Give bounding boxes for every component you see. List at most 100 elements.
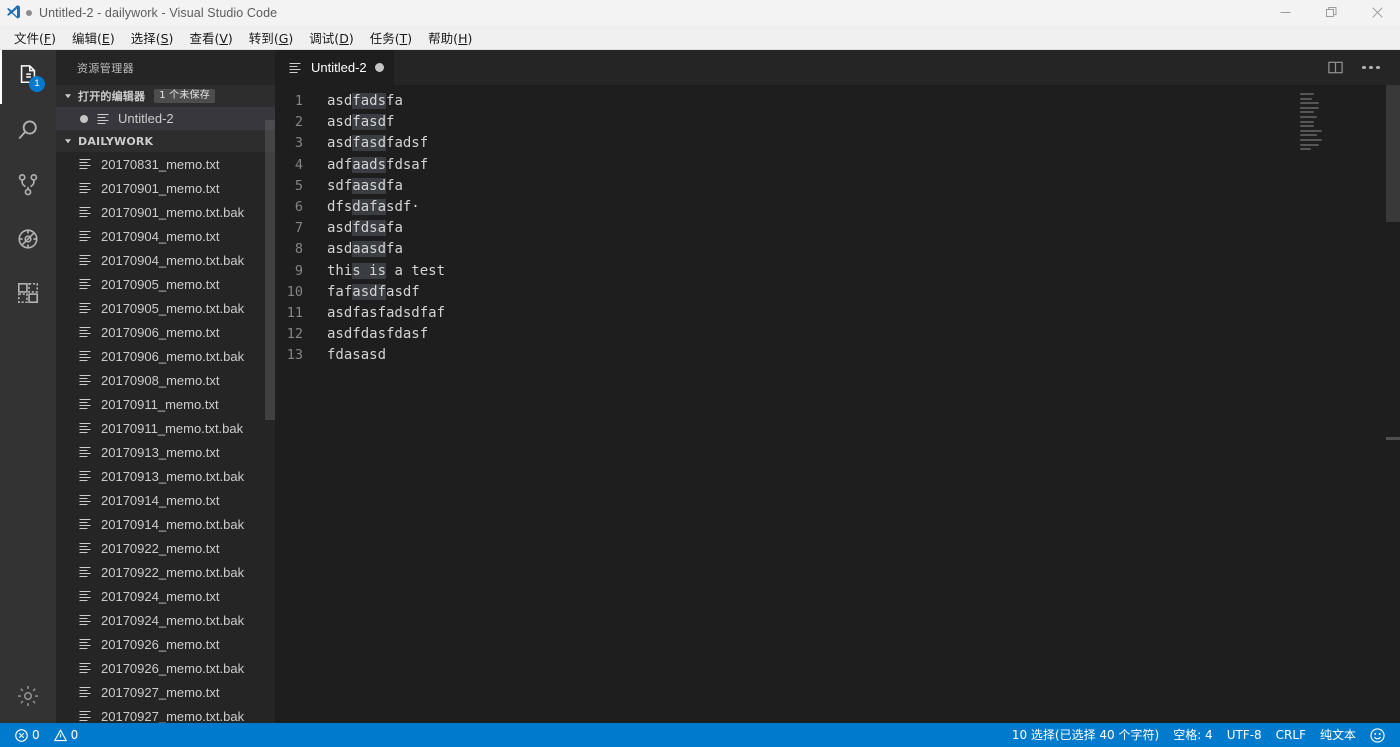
selected-text[interactable]: fasd — [352, 114, 387, 131]
status-selection-info[interactable]: 10 选择(已选择 40 个字符) — [1005, 723, 1166, 747]
line-text[interactable]: fdasasd — [327, 345, 386, 366]
status-eol[interactable]: CRLF — [1269, 723, 1313, 747]
menu-view[interactable]: 查看(V) — [181, 25, 240, 50]
tab-dirty-dot[interactable] — [374, 63, 384, 72]
editor-scrollbar[interactable] — [1386, 85, 1400, 723]
selected-text[interactable]: fasd — [352, 135, 387, 152]
activity-item-source-control[interactable] — [0, 158, 56, 212]
line-text[interactable]: fafasdfasdf — [327, 282, 420, 303]
line-text[interactable]: asdfasdf — [327, 112, 394, 133]
file-tree-item[interactable]: 20170914_memo.txt — [56, 488, 275, 512]
sidebar-scrollbar-thumb[interactable] — [265, 120, 275, 420]
file-tree-item[interactable]: 20170901_memo.txt.bak — [56, 200, 275, 224]
file-tree-item[interactable]: 20170913_memo.txt — [56, 440, 275, 464]
activity-item-debug[interactable] — [0, 212, 56, 266]
close-icon[interactable] — [1354, 0, 1400, 25]
code-line[interactable]: 6 dfsdafasdf· — [275, 197, 445, 218]
line-text[interactable]: dfsdafasdf· — [327, 197, 420, 218]
sidebar-scrollbar[interactable] — [265, 50, 275, 723]
more-actions-icon[interactable] — [1354, 50, 1388, 85]
file-tree-item[interactable]: 20170905_memo.txt.bak — [56, 296, 275, 320]
line-text[interactable]: asdfdsafa — [327, 218, 403, 239]
file-tree-item[interactable]: 20170906_memo.txt.bak — [56, 344, 275, 368]
dirty-dot-icon[interactable] — [80, 114, 88, 123]
selected-text[interactable]: asdf — [352, 283, 387, 300]
code-line[interactable]: 12 asdfdasfdasf — [275, 324, 445, 345]
file-tree-item[interactable]: 20170906_memo.txt — [56, 320, 275, 344]
code-line[interactable]: 4 adfaadsfdsaf — [275, 155, 445, 176]
status-indentation[interactable]: 空格: 4 — [1166, 723, 1220, 747]
status-encoding[interactable]: UTF-8 — [1220, 723, 1269, 747]
split-editor-icon[interactable] — [1318, 50, 1352, 85]
line-text[interactable]: this is a test — [327, 261, 445, 282]
file-tree-item[interactable]: 20170926_memo.txt — [56, 632, 275, 656]
file-tree-item[interactable]: 20170922_memo.txt — [56, 536, 275, 560]
file-tree-item[interactable]: 20170904_memo.txt.bak — [56, 248, 275, 272]
menu-debug[interactable]: 调试(D) — [301, 25, 361, 50]
file-tree-item[interactable]: 20170911_memo.txt — [56, 392, 275, 416]
code-line[interactable]: 9 this is a test — [275, 261, 445, 282]
tab-untitled-2[interactable]: Untitled-2 — [275, 50, 395, 85]
code-line[interactable]: 1 asdfadsfa — [275, 91, 445, 112]
line-text[interactable]: sdfaasdfa — [327, 176, 403, 197]
selected-text[interactable]: aasd — [352, 177, 387, 194]
file-tree-item[interactable]: 20170926_memo.txt.bak — [56, 656, 275, 680]
code-line[interactable]: 3 asdfasdfadsf — [275, 133, 445, 154]
file-tree-item[interactable]: 20170908_memo.txt — [56, 368, 275, 392]
status-feedback[interactable] — [1363, 723, 1392, 747]
editor-body[interactable]: 1 asdfadsfa 2 asdfasdf 3 asdfasdfadsf 4 adfaads… — [275, 85, 1400, 723]
line-text[interactable]: asdfdasfdasf — [327, 324, 428, 345]
editor-scrollbar-thumb[interactable] — [1386, 85, 1400, 222]
menu-edit[interactable]: 编辑(E) — [64, 25, 123, 50]
code-line[interactable]: 11 asdfasfadsdfaf — [275, 303, 445, 324]
activity-item-explorer[interactable]: 1 — [0, 50, 56, 104]
line-text[interactable]: asdfadsfa — [327, 91, 403, 112]
open-editor-item-untitled-2[interactable]: Untitled-2 — [56, 107, 275, 130]
line-text[interactable]: asdfasdfadsf — [327, 133, 428, 154]
code-line[interactable]: 2 asdfasdf — [275, 112, 445, 133]
file-tree-item[interactable]: 20170914_memo.txt.bak — [56, 512, 275, 536]
section-open-editors[interactable]: 打开的编辑器 1 个未保存 — [56, 85, 275, 107]
line-text[interactable]: asdaasdfa — [327, 239, 403, 260]
selected-text[interactable]: aasd — [352, 241, 387, 258]
menu-file[interactable]: 文件(F) — [6, 25, 64, 50]
minimap[interactable] — [1286, 85, 1386, 723]
selected-text[interactable]: s is — [352, 262, 387, 279]
status-errors[interactable]: 0 — [8, 723, 47, 747]
code-line[interactable]: 10 fafasdfasdf — [275, 282, 445, 303]
file-tree-item[interactable]: 20170924_memo.txt — [56, 584, 275, 608]
file-tree-item[interactable]: 20170924_memo.txt.bak — [56, 608, 275, 632]
file-tree-item[interactable]: 20170904_memo.txt — [56, 224, 275, 248]
code-line[interactable]: 13 fdasasd — [275, 345, 445, 366]
code-line[interactable]: 5 sdfaasdfa — [275, 176, 445, 197]
menu-help[interactable]: 帮助(H) — [420, 25, 480, 50]
file-tree-item[interactable]: 20170922_memo.txt.bak — [56, 560, 275, 584]
file-tree-item[interactable]: 20170927_memo.txt.bak — [56, 704, 275, 723]
file-tree-item[interactable]: 20170901_memo.txt — [56, 176, 275, 200]
status-language-mode[interactable]: 纯文本 — [1313, 723, 1363, 747]
selected-text[interactable]: fads — [352, 93, 387, 109]
menu-go[interactable]: 转到(G) — [241, 25, 301, 50]
file-tree-item[interactable]: 20170911_memo.txt.bak — [56, 416, 275, 440]
selected-text[interactable]: dafa — [352, 198, 387, 215]
code-line[interactable]: 7 asdfdsafa — [275, 218, 445, 239]
file-tree-item[interactable]: 20170831_memo.txt — [56, 152, 275, 176]
status-warnings[interactable]: 0 — [47, 723, 86, 747]
activity-item-settings[interactable] — [0, 669, 56, 723]
selected-text[interactable]: aads — [352, 156, 387, 173]
minimize-icon[interactable] — [1262, 0, 1308, 25]
code-line[interactable]: 8 asdaasdfa — [275, 239, 445, 260]
activity-item-extensions[interactable] — [0, 266, 56, 320]
file-tree-item[interactable]: 20170927_memo.txt — [56, 680, 275, 704]
line-text[interactable]: asdfasfadsdfaf — [327, 303, 445, 324]
file-tree-item[interactable]: 20170913_memo.txt.bak — [56, 464, 275, 488]
line-text[interactable]: adfaadsfdsaf — [327, 155, 428, 176]
restore-icon[interactable] — [1308, 0, 1354, 25]
section-folder-dailywork[interactable]: DAILYWORK — [56, 130, 275, 152]
menu-selection[interactable]: 选择(S) — [123, 25, 182, 50]
activity-item-search[interactable] — [0, 104, 56, 158]
selected-text[interactable]: fdsa — [352, 220, 387, 237]
file-tree-item[interactable]: 20170905_memo.txt — [56, 272, 275, 296]
menu-tasks[interactable]: 任务(T) — [362, 25, 420, 50]
code-area[interactable]: 1 asdfadsfa 2 asdfasdf 3 asdfasdfadsf 4 adfaads… — [275, 85, 445, 366]
